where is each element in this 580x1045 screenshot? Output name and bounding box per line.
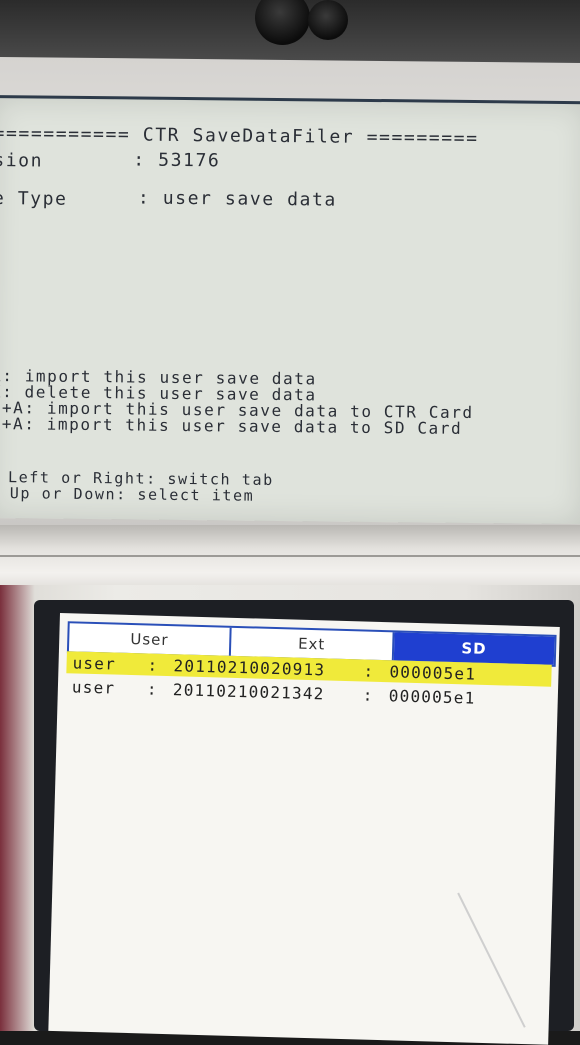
save-id: 000005e1 xyxy=(389,661,477,684)
save-type: user xyxy=(72,652,117,674)
save-id: 000005e1 xyxy=(388,685,476,708)
save-timestamp: 20110210020913 xyxy=(173,655,326,679)
separator: : xyxy=(363,661,375,681)
version-label: sion xyxy=(0,149,44,172)
save-timestamp: 20110210021342 xyxy=(172,679,325,703)
save-type: user xyxy=(71,676,116,698)
hint-select-item: Up or Down: select item xyxy=(9,484,255,505)
hinge-seam xyxy=(0,555,580,557)
action-import-sd: R+A: import this user save data to SD Ca… xyxy=(0,413,463,438)
type-label: e Type xyxy=(0,187,68,210)
tab-ext[interactable]: Ext xyxy=(231,627,395,661)
tab-sd[interactable]: SD xyxy=(393,632,555,665)
separator: : xyxy=(362,684,374,705)
bottom-screen: User Ext SD user : 20110210020913 : 0000… xyxy=(48,613,560,1045)
separator: : xyxy=(147,654,159,675)
screen-scratch xyxy=(457,892,526,1028)
tab-user[interactable]: User xyxy=(68,623,232,656)
top-screen: =========== CTR SaveDataFiler ========= … xyxy=(0,95,580,525)
separator: : xyxy=(146,678,159,699)
type-value: : user save data xyxy=(137,187,338,211)
app-title: =========== CTR SaveDataFiler ========= xyxy=(0,122,479,150)
version-value: : 53176 xyxy=(133,149,221,172)
camera-lens-secondary xyxy=(308,0,348,40)
